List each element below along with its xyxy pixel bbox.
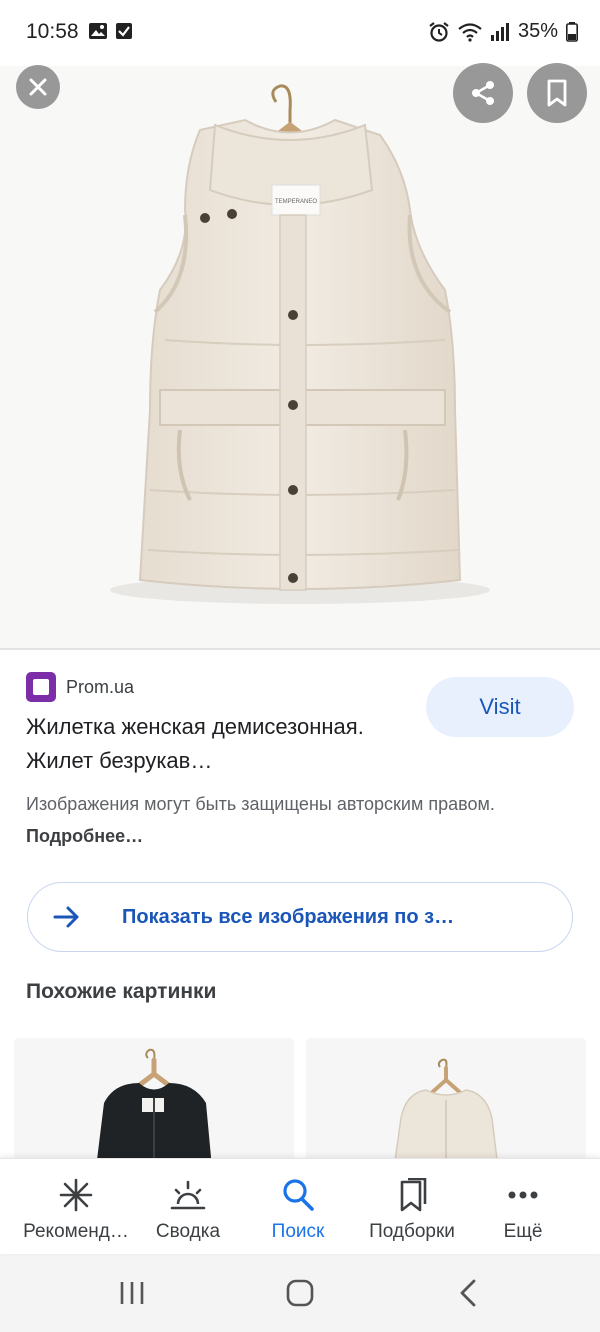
status-bar: 10:58 35% [0, 0, 600, 66]
more-icon [508, 1191, 538, 1199]
gallery-notification-icon [89, 23, 107, 39]
nav-item-more[interactable]: Ещё [478, 1159, 568, 1255]
similar-image-1[interactable] [14, 1038, 294, 1168]
check-notification-icon [116, 23, 132, 39]
visit-button[interactable]: Visit [426, 677, 574, 737]
copyright-text: Изображения могут быть защищены авторски… [26, 794, 495, 814]
bottom-navigation: Рекоменд… Сводка Поиск Подборки Ещё [0, 1158, 600, 1254]
bookmark-icon [547, 79, 567, 107]
nav-label-summary: Сводка [155, 1221, 221, 1242]
sunrise-icon [170, 1180, 206, 1210]
system-navigation-bar [0, 1254, 600, 1332]
show-all-images-button[interactable]: Показать все изображения по з… [27, 882, 573, 952]
result-title[interactable]: Жилетка женская демисезонная. Жилет безр… [26, 710, 416, 778]
nav-label-search: Поиск [271, 1221, 325, 1242]
copyright-notice: Изображения могут быть защищены авторски… [26, 788, 566, 852]
nav-label-recommendations: Рекоменд… [23, 1221, 129, 1242]
nav-item-recommendations[interactable]: Рекоменд… [14, 1159, 138, 1255]
asterisk-icon [59, 1178, 93, 1212]
wifi-icon [458, 22, 482, 42]
similar-image-2[interactable] [306, 1038, 586, 1168]
close-icon [29, 78, 47, 96]
source-logo-icon [26, 672, 56, 702]
nav-item-search[interactable]: Поиск [248, 1159, 348, 1255]
battery-percent: 35% [517, 20, 558, 42]
screen: 10:58 35% TEMPERANEO Prom.ua Visit Жилет… [0, 0, 600, 1332]
signal-icon [490, 22, 509, 41]
vest-illustration: TEMPERANEO [110, 84, 490, 604]
share-icon [472, 81, 494, 105]
more-link[interactable]: Подробнее… [26, 826, 143, 846]
nav-item-collections[interactable]: Подборки [356, 1159, 468, 1255]
garment-label-text: TEMPERANEO [275, 199, 317, 205]
close-button[interactable] [16, 65, 60, 109]
alarm-icon [429, 21, 449, 42]
home-button[interactable] [285, 1278, 315, 1308]
product-image[interactable]: TEMPERANEO [0, 50, 600, 648]
battery-icon [566, 21, 578, 42]
status-time: 10:58 [26, 20, 79, 43]
back-button[interactable] [456, 1278, 480, 1308]
show-all-label: Показать все изображения по з… [122, 905, 455, 928]
similar-images-title: Похожие картинки [26, 980, 217, 1003]
collections-icon [400, 1178, 427, 1212]
nav-item-summary[interactable]: Сводка [138, 1159, 238, 1255]
nav-label-collections: Подборки [369, 1221, 455, 1242]
bookmark-button[interactable] [527, 63, 587, 123]
share-button[interactable] [453, 63, 513, 123]
divider [0, 648, 600, 650]
search-icon [283, 1179, 314, 1211]
source-row[interactable]: Prom.ua [26, 672, 134, 702]
source-name: Prom.ua [66, 676, 135, 697]
arrow-right-icon [53, 906, 79, 928]
nav-label-more: Ещё [503, 1221, 543, 1242]
beige-vest-thumbnail [393, 1058, 499, 1168]
black-vest-thumbnail [96, 1048, 212, 1168]
status-right: 35% [428, 20, 578, 43]
recent-apps-button[interactable] [118, 1279, 146, 1307]
